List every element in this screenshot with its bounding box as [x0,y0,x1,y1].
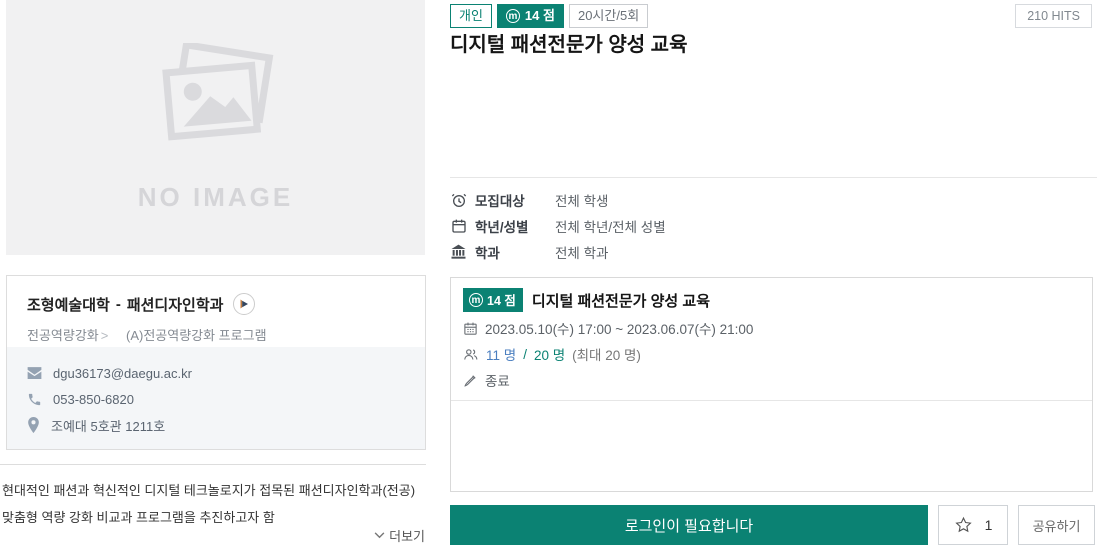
info-row-target: 모집대상 전체 학생 [450,187,1097,213]
capacity-separator: / [523,347,527,362]
header-divider [450,177,1097,178]
course-title: 디지털 패션전문가 양성 교육 [532,290,710,311]
course-session-header: m 14 점 디지털 패션전문가 양성 교육 2023.05.10(수) 17:… [451,278,1092,401]
envelope-icon [27,367,42,379]
course-capacity-row: 11 명 / 20 명 (최대 20 명) [463,344,1080,364]
star-icon [954,516,973,534]
no-image-label: NO IMAGE [138,182,293,213]
enrolled-count: 11 명 [486,344,516,364]
phone-icon [27,392,42,407]
contact-location-row: 조예대 5호관 1211호 [27,412,405,438]
course-date-row: 2023.05.10(수) 17:00 ~ 2023.06.07(수) 21:0… [463,318,1080,338]
college-dept-separator: - [116,296,121,313]
pen-icon [463,373,478,388]
info-label: 학년/성별 [475,216,555,236]
page-title: 디지털 패션전문가 양성 교육 [450,28,687,57]
contact-email-row: dgu36173@daegu.ac.kr [27,360,405,386]
location-value: 조예대 5호관 1211호 [51,416,165,435]
badge-points: m 14 점 [497,4,564,28]
people-icon [463,347,479,362]
info-row-grade-gender: 학년/성별 전체 학년/전체 성별 [450,213,1097,239]
info-label: 모집대상 [475,190,555,210]
show-more-label: 더보기 [389,526,425,545]
left-section-divider [0,464,426,465]
login-required-button[interactable]: 로그인이 필요합니다 [450,505,928,545]
course-points-label: 14 점 [487,290,516,309]
program-info-list: 모집대상 전체 학생 학년/성별 전체 학년/전체 성별 학과 전체 학과 [450,187,1097,265]
badge-hours: 20시간/5회 [569,4,648,28]
contact-section: dgu36173@daegu.ac.kr 053-850-6820 조예대 5호… [7,347,425,449]
department-title: 조형예술대학 - 패션디자인학과 [27,293,405,315]
alarm-clock-icon [450,192,467,208]
program-breadcrumb: 전공역량강화> (A)전공역량강화 프로그램 [27,325,405,344]
email-value: dgu36173@daegu.ac.kr [53,366,192,381]
course-detail-page: NO IMAGE 조형예술대학 - 패션디자인학과 전공역량강화> (A)전공역… [0,0,1097,556]
no-image-placeholder: NO IMAGE [6,0,425,255]
contact-phone-row: 053-850-6820 [27,386,405,412]
info-row-department: 학과 전체 학과 [450,239,1097,265]
program-description: 현대적인 패션과 혁신적인 디지털 테크놀로지가 접목된 패션디자인학과(전공)… [2,477,424,531]
phone-value: 053-850-6820 [53,392,134,407]
college-name: 조형예술대학 [27,294,110,315]
course-points-badge: m 14 점 [463,288,523,312]
map-pin-icon [27,417,40,433]
bank-icon [450,244,467,260]
chevron-down-icon [374,532,385,539]
m-circle-icon: m [469,293,483,307]
course-status-row: 종료 [463,370,1080,390]
breadcrumb-arrow: > [101,328,109,343]
calendar-icon [450,218,467,234]
show-more-link[interactable]: 더보기 [6,526,425,545]
header-badges: 개인 m 14 점 20시간/5회 [450,4,648,28]
program-type-label: (A)전공역량강화 프로그램 [126,328,267,343]
points-label: 14 점 [525,7,555,24]
course-status-label: 종료 [485,370,510,390]
play-button[interactable] [233,293,255,315]
course-date-value: 2023.05.10(수) 17:00 ~ 2023.06.07(수) 21:0… [485,318,753,338]
max-capacity: (최대 20 명) [572,344,641,364]
category-label: 전공역량강화 [27,328,99,343]
info-value: 전체 학년/전체 성별 [555,216,666,236]
info-label: 학과 [475,242,555,262]
course-card-body [451,401,1092,518]
favorite-button[interactable]: 1 [938,505,1008,545]
capacity-count: 20 명 [534,344,565,364]
calendar-icon [463,321,478,336]
favorite-count: 1 [985,517,993,533]
info-value: 전체 학생 [555,190,608,210]
play-icon [239,299,249,309]
department-name: 패션디자인학과 [127,294,224,315]
badge-personal: 개인 [450,4,492,28]
picture-icon [155,43,277,156]
info-value: 전체 학과 [555,242,608,262]
hits-badge: 210 HITS [1015,4,1092,28]
department-card: 조형예술대학 - 패션디자인학과 전공역량강화> (A)전공역량강화 프로그램 … [6,275,426,450]
course-session-card: m 14 점 디지털 패션전문가 양성 교육 2023.05.10(수) 17:… [450,277,1093,492]
m-circle-icon: m [506,9,520,23]
share-button[interactable]: 공유하기 [1018,505,1095,545]
